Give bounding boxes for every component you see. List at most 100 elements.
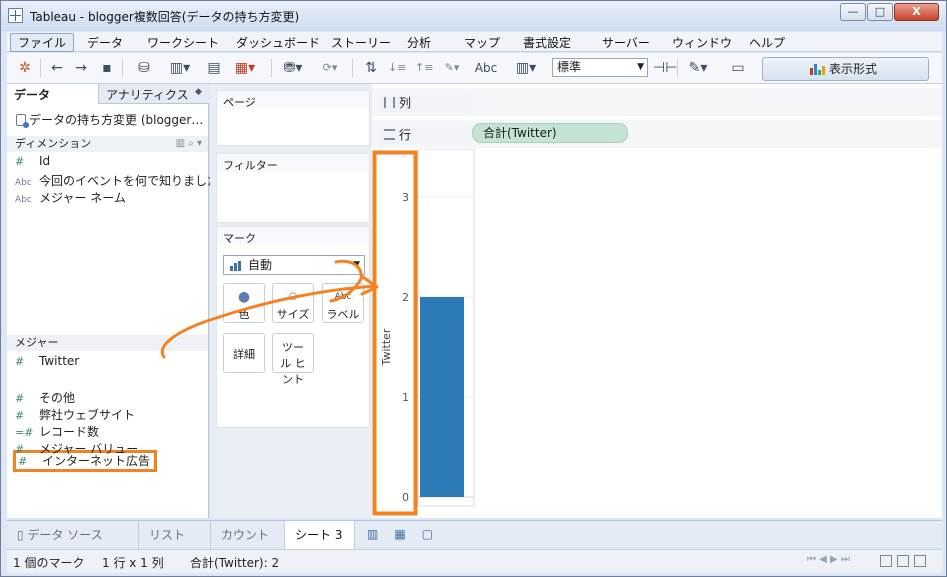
dimension-field[interactable]: Abc 今回のイベントを何で知りました… <box>15 172 231 189</box>
status-sum: 合計(Twitter): 2 <box>190 556 280 570</box>
field-name: その他 <box>39 391 76 405</box>
measure-field[interactable]: # Twitter <box>15 354 79 368</box>
tab-data[interactable]: データ <box>7 84 99 104</box>
detail-label: 詳細 <box>233 348 255 361</box>
menu-story[interactable]: ストーリー <box>331 34 391 51</box>
new-worksheet-icon[interactable]: ▥▾ <box>167 59 193 77</box>
datasource-icon: ▯ <box>17 528 28 542</box>
view-mode-buttons <box>880 555 938 569</box>
close-button[interactable]: X <box>894 3 939 21</box>
annotate-icon[interactable]: ✎▾ <box>684 59 712 77</box>
menu-worksheet[interactable]: ワークシート <box>147 34 219 51</box>
columns-shelf[interactable]: 列 <box>372 88 942 116</box>
measure-field[interactable]: # 弊社ウェブサイト <box>15 406 135 423</box>
size-button[interactable]: ○ サイズ <box>272 283 314 323</box>
sort-ascending-icon[interactable]: ↓≡ <box>388 59 406 77</box>
refresh-icon[interactable]: ⟳▾ <box>317 59 343 77</box>
new-story-icon[interactable]: ▢ <box>422 527 433 541</box>
tableau-logo-icon <box>8 8 23 23</box>
tab-data-source[interactable]: ▯ データ ソース <box>7 521 139 549</box>
sheet-tabs: ▯ データ ソース リスト カウント シート 3 ▥ ▦ ▢ <box>7 520 942 549</box>
columns-label-text: 列 <box>399 96 412 110</box>
show-me-label: 表示形式 <box>829 62 878 76</box>
data-pane-tabs: データ アナリティクス ◆ <box>7 84 209 104</box>
detail-button[interactable]: 詳細 <box>223 333 265 373</box>
new-datasource-icon[interactable]: ⛁ <box>135 59 153 77</box>
mark-type-value: 自動 <box>248 258 273 272</box>
pause-updates-icon[interactable]: ⛃▾ <box>280 59 306 77</box>
filmstrip-icon[interactable] <box>897 555 909 567</box>
search-icon[interactable]: ▥ ⌕ ▾ <box>176 136 202 152</box>
label-button[interactable]: Abc ラベル <box>322 283 364 323</box>
menu-window[interactable]: ウィンドウ <box>672 34 732 51</box>
fit-select-value: 標準 <box>557 60 582 74</box>
app-window: Tableau - blogger複数回答(データの持ち方変更) — □ X フ… <box>0 0 947 577</box>
pages-card[interactable]: ページ <box>216 90 370 146</box>
rows-icon <box>384 129 395 140</box>
measure-field[interactable]: # その他 <box>15 389 75 406</box>
shelves-pane: ページ フィルター マーク 自動 ▼ ● 色 ○ サイズ Abc ラベル 詳細 … <box>210 84 372 518</box>
menu-map[interactable]: マップ <box>464 34 500 51</box>
rows-pill-twitter-sum[interactable]: 合計(Twitter) <box>472 123 628 143</box>
color-button[interactable]: ● 色 <box>223 283 265 323</box>
color-label: 色 <box>238 308 250 321</box>
filters-card[interactable]: フィルター <box>216 153 370 223</box>
measure-field[interactable]: # メジャー バリュー <box>15 440 138 457</box>
bar <box>420 297 464 497</box>
chevron-down-icon: ▼ <box>353 260 360 270</box>
number-type-icon: # <box>15 409 25 422</box>
save-icon[interactable]: ▪ <box>99 59 115 77</box>
dimension-field[interactable]: Abc メジャー ネーム <box>15 189 126 206</box>
tooltip-button[interactable]: ツール ヒント <box>272 333 314 386</box>
filters-header: フィルター <box>217 154 369 172</box>
sheet-sorter-icon[interactable] <box>880 555 892 567</box>
fix-axes-icon[interactable]: ▥▾ <box>510 59 542 77</box>
tab-analytics[interactable]: アナリティクス <box>106 86 189 103</box>
menu-dashboard[interactable]: ダッシュボード <box>236 34 320 51</box>
rows-label-text: 行 <box>399 128 412 142</box>
marks-card: マーク 自動 ▼ ● 色 ○ サイズ Abc ラベル 詳細 ツール ヒント <box>216 226 370 428</box>
field-name: 今回のイベントを何で知りました… <box>39 174 232 188</box>
new-dashboard-icon[interactable]: ▦ <box>394 527 405 541</box>
new-worksheet-icon[interactable]: ▥ <box>367 527 378 541</box>
menu-help[interactable]: ヘルプ <box>749 34 785 51</box>
menu-format[interactable]: 書式設定 <box>523 34 571 51</box>
tab-count[interactable]: カウント <box>211 521 285 549</box>
menu-server[interactable]: サーバー <box>602 34 650 51</box>
show-labels-button[interactable]: Abc <box>473 59 499 77</box>
swap-icon[interactable]: ⇅ <box>362 59 380 77</box>
field-name: 弊社ウェブサイト <box>39 408 136 422</box>
maximize-button[interactable]: □ <box>867 3 893 21</box>
menu-data[interactable]: データ <box>87 34 123 51</box>
tab-list[interactable]: リスト <box>139 521 211 549</box>
presentation-icon[interactable]: ▭ <box>729 59 747 77</box>
redo-icon[interactable]: → <box>73 59 89 77</box>
tabs-icon[interactable] <box>914 555 926 567</box>
show-me-button[interactable]: 表示形式 <box>762 57 929 81</box>
fix-icon[interactable]: ⊣⊢ <box>653 59 677 77</box>
menu-file[interactable]: ファイル <box>10 33 75 52</box>
rows-label: 行 <box>380 126 470 144</box>
menu-analysis[interactable]: 分析 <box>407 34 431 51</box>
title-bar: Tableau - blogger複数回答(データの持ち方変更) — □ X <box>1 1 946 31</box>
sheet-navigation[interactable]: ⏮ ◀ ▶ ⏭ <box>807 554 850 565</box>
chevron-down-icon: ▼ <box>637 62 644 72</box>
undo-icon[interactable]: ← <box>49 59 65 77</box>
fit-select[interactable]: 標準 ▼ <box>552 58 648 77</box>
rows-shelf[interactable]: 行 合計(Twitter) <box>372 120 942 148</box>
datasource-item[interactable]: データの持ち方変更 (blogger… <box>16 111 203 128</box>
duplicate-sheet-icon[interactable]: ▤ <box>205 59 223 77</box>
minimize-button[interactable]: — <box>840 3 866 21</box>
dimension-field[interactable]: # Id <box>15 154 50 168</box>
tab-sheet-3[interactable]: シート 3 <box>285 521 355 549</box>
measure-field[interactable]: =# レコード数 <box>15 423 99 440</box>
chevron-down-icon[interactable]: ◆ <box>195 87 202 97</box>
toolbar: ✲ ← → ▪ ⛁ ▥▾ ▤ ▦▾ ⛃▾ ⟳▾ ⇅ ↓≡ ↑≡ ✎▾ Abc ▥… <box>7 53 942 84</box>
field-name: メジャー ネーム <box>39 191 126 205</box>
size-icon: ○ <box>288 291 298 302</box>
clear-sheet-icon[interactable]: ▦▾ <box>232 59 258 77</box>
tableau-home-icon[interactable]: ✲ <box>17 59 33 77</box>
sort-descending-icon[interactable]: ↑≡ <box>415 59 433 77</box>
mark-type-select[interactable]: 自動 ▼ <box>223 255 365 275</box>
highlight-icon[interactable]: ✎▾ <box>439 59 465 77</box>
